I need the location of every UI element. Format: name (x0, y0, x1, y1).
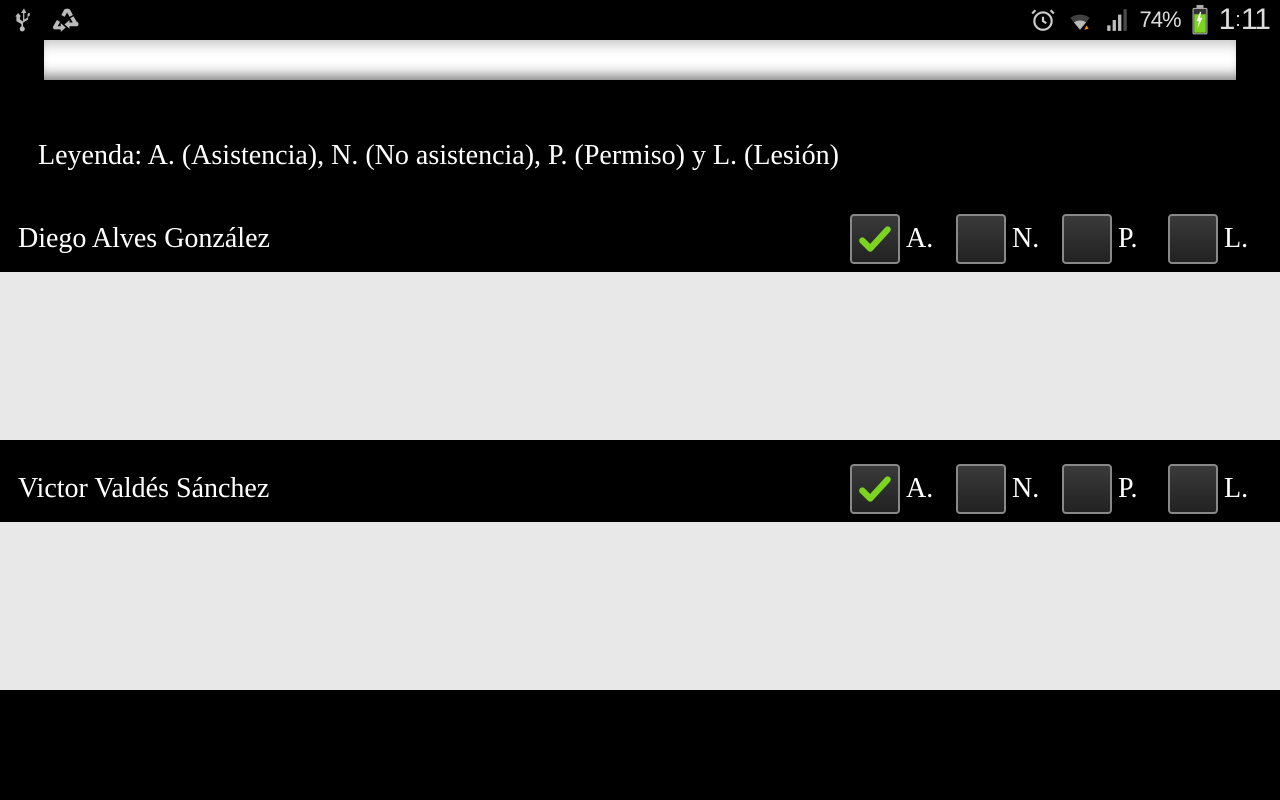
checkbox-a[interactable] (850, 464, 900, 514)
note-area[interactable] (0, 272, 1280, 440)
wifi-icon (1066, 7, 1094, 33)
checkbox-n[interactable] (956, 214, 1006, 264)
usb-icon (10, 6, 38, 34)
checkbox-p[interactable] (1062, 464, 1112, 514)
label-n: N. (1008, 223, 1054, 255)
clock-min: 11 (1241, 3, 1270, 36)
label-l: L. (1220, 473, 1266, 505)
player-block: Victor Valdés Sánchez A. N. P. L. (0, 456, 1280, 690)
player-name: Diego Alves González (18, 223, 270, 255)
checkbox-n[interactable] (956, 464, 1006, 514)
status-left (10, 5, 82, 35)
status-clock: 1:11 (1219, 3, 1270, 37)
content: Leyenda: A. (Asistencia), N. (No asisten… (0, 40, 1280, 696)
battery-icon (1191, 5, 1209, 35)
player-header: Victor Valdés Sánchez A. N. P. L. (0, 458, 1280, 522)
checkbox-group: A. N. P. L. (850, 464, 1266, 514)
checkbox-l[interactable] (1168, 214, 1218, 264)
note-area[interactable] (0, 522, 1280, 690)
signal-icon (1104, 7, 1130, 33)
label-a: A. (902, 223, 948, 255)
label-p: P. (1114, 473, 1160, 505)
checkbox-group: A. N. P. L. (850, 214, 1266, 264)
clock-hour: 1 (1219, 3, 1235, 36)
label-n: N. (1008, 473, 1054, 505)
divider (0, 440, 1280, 456)
checkbox-p[interactable] (1062, 214, 1112, 264)
player-header: Diego Alves González A. N. P. L. (0, 208, 1280, 272)
battery-percent: 74% (1140, 7, 1181, 33)
top-input[interactable] (44, 40, 1236, 80)
top-field-wrap (0, 40, 1280, 140)
checkbox-l[interactable] (1168, 464, 1218, 514)
player-block: Diego Alves González A. N. P. L. (0, 206, 1280, 440)
player-name: Victor Valdés Sánchez (18, 473, 269, 505)
alarm-icon (1030, 7, 1056, 33)
legend-text: Leyenda: A. (Asistencia), N. (No asisten… (0, 140, 1280, 206)
status-bar: 74% 1:11 (0, 0, 1280, 40)
divider (0, 690, 1280, 696)
status-right: 74% 1:11 (1030, 3, 1270, 37)
recycle-icon (52, 5, 82, 35)
label-l: L. (1220, 223, 1266, 255)
checkbox-a[interactable] (850, 214, 900, 264)
label-p: P. (1114, 223, 1160, 255)
label-a: A. (902, 473, 948, 505)
